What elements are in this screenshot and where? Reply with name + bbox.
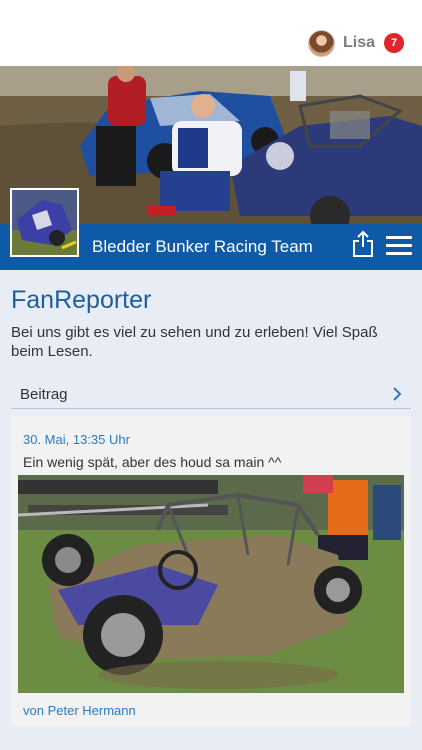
post-photo[interactable]	[18, 475, 404, 693]
menu-button[interactable]	[386, 236, 412, 258]
menu-icon	[386, 236, 412, 255]
intro-text: Bei uns gibt es viel zu sehen und zu erl…	[11, 324, 378, 360]
post-date: 30. Mai, 13:35 Uhr	[23, 432, 130, 447]
top-bar: Lisa 7	[0, 0, 422, 66]
user-name[interactable]: Lisa	[343, 34, 375, 52]
user-menu[interactable]: Lisa 7	[307, 29, 404, 57]
avatar[interactable]	[307, 29, 335, 57]
team-name: Bledder Bunker Racing Team	[92, 237, 313, 256]
chevron-right-icon	[393, 387, 402, 401]
post-author[interactable]: von Peter Hermann	[23, 703, 136, 718]
section-beitrag[interactable]: Beitrag	[11, 381, 411, 409]
post-text: Ein wenig spät, aber des houd sa main ^^	[23, 454, 282, 470]
section-label: Beitrag	[20, 386, 68, 403]
post-card[interactable]: 30. Mai, 13:35 Uhr Ein wenig spät, aber …	[11, 416, 411, 726]
share-icon	[353, 230, 373, 257]
page-title: FanReporter	[11, 286, 152, 314]
share-button[interactable]	[351, 230, 375, 258]
notification-badge[interactable]: 7	[384, 33, 404, 53]
team-logo-thumbnail[interactable]	[10, 188, 79, 257]
